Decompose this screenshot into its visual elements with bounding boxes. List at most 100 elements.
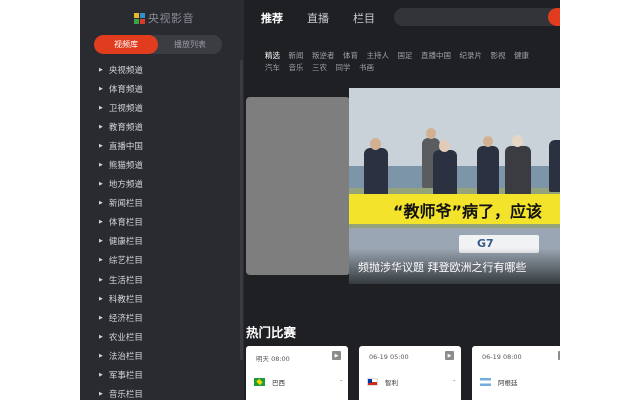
banner-person bbox=[433, 150, 457, 198]
sidebar-item-military[interactable]: ▶ 军事栏目 bbox=[99, 366, 143, 385]
tab-columns[interactable]: 栏目 bbox=[353, 10, 375, 26]
category-tag[interactable]: 三农 bbox=[312, 62, 327, 73]
sidebar-item-label: 央视频道 bbox=[108, 65, 143, 76]
category-tag[interactable]: 影视 bbox=[491, 50, 506, 61]
sidebar-item-label: 卫视频道 bbox=[108, 103, 143, 114]
banner-headline-overlay: “教师爷”病了，应该 bbox=[393, 202, 543, 221]
sidebar-item-label: 健康栏目 bbox=[108, 237, 143, 248]
caret-right-icon: ▶ bbox=[99, 391, 103, 398]
sidebar-item-sports-channel[interactable]: ▶ 体育频道 bbox=[99, 79, 143, 98]
category-row: 精选 新闻 叛逆者 体育 主持人 国足 直播中国 纪录片 影视 健康 bbox=[265, 50, 538, 61]
sidebar-item-local[interactable]: ▶ 地方频道 bbox=[99, 175, 143, 194]
sidebar-item-label: 音乐栏目 bbox=[108, 390, 143, 400]
category-tag[interactable]: 新闻 bbox=[289, 50, 304, 61]
sidebar-item-label: 体育栏目 bbox=[108, 218, 143, 229]
caret-right-icon: ▶ bbox=[99, 181, 103, 188]
caret-right-icon: ▶ bbox=[99, 123, 103, 130]
match-time: 明天 08:00 bbox=[256, 355, 290, 363]
sidebar-item-economy[interactable]: ▶ 经济栏目 bbox=[99, 308, 143, 327]
cctv-logo-icon bbox=[134, 12, 145, 24]
category-tag[interactable]: 主持人 bbox=[367, 50, 390, 61]
match-card[interactable]: 06-19 08:00 ▶ 阿根廷 bbox=[472, 346, 560, 400]
match-time: 06-19 05:00 bbox=[369, 353, 409, 361]
sidebar-scrollbar[interactable] bbox=[240, 60, 243, 360]
caret-right-icon: ▶ bbox=[99, 66, 103, 73]
sidebar-item-label: 农业栏目 bbox=[108, 332, 143, 343]
caret-right-icon: ▶ bbox=[99, 314, 103, 321]
sidebar-item-label: 法治栏目 bbox=[108, 351, 143, 362]
sidebar-item-live-china[interactable]: ▶ 直播中国 bbox=[99, 136, 143, 155]
sidebar-item-education[interactable]: ▶ 教育频道 bbox=[99, 117, 143, 136]
caret-right-icon: ▶ bbox=[99, 85, 103, 92]
category-tag[interactable]: 健康 bbox=[514, 50, 529, 61]
sidebar-item-label: 直播中国 bbox=[108, 141, 143, 152]
sidebar-item-life[interactable]: ▶ 生活栏目 bbox=[99, 270, 143, 289]
sidebar-item-label: 熊猫频道 bbox=[108, 161, 143, 172]
carousel-banner[interactable]: “教师爷”病了，应该 G7 频抛涉华议题 拜登欧洲之行有哪些 bbox=[349, 88, 560, 284]
banner-person-head bbox=[426, 128, 436, 139]
brazil-flag-icon bbox=[254, 378, 265, 386]
search-input[interactable] bbox=[394, 8, 560, 26]
sidebar-item-label: 经济栏目 bbox=[108, 313, 143, 324]
banner-person-head bbox=[512, 135, 523, 147]
sidebar-item-science[interactable]: ▶ 科教栏目 bbox=[99, 289, 143, 308]
caret-right-icon: ▶ bbox=[99, 104, 103, 111]
sidebar-item-label: 地方频道 bbox=[108, 180, 143, 191]
category-tag[interactable]: 体育 bbox=[343, 50, 358, 61]
play-icon[interactable]: ▶ bbox=[332, 351, 341, 360]
banner-person-head bbox=[370, 138, 381, 150]
category-tag[interactable]: 叛逆者 bbox=[312, 50, 335, 61]
caret-right-icon: ▶ bbox=[99, 333, 103, 340]
play-icon[interactable]: ▶ bbox=[445, 351, 454, 360]
match-card[interactable]: 06-19 05:00 ▶ 智利 - bbox=[359, 346, 461, 400]
tab-live[interactable]: 直播 bbox=[307, 10, 329, 26]
sidebar-item-variety[interactable]: ▶ 综艺栏目 bbox=[99, 251, 143, 270]
carousel-prev-slide[interactable] bbox=[246, 97, 350, 275]
caret-right-icon: ▶ bbox=[99, 372, 103, 379]
banner-person bbox=[505, 146, 531, 198]
banner-person-head bbox=[483, 136, 493, 147]
tab-video-library[interactable]: 视频库 bbox=[94, 35, 158, 54]
tab-recommend[interactable]: 推荐 bbox=[261, 10, 283, 26]
banner-caption: 频抛涉华议题 拜登欧洲之行有哪些 bbox=[358, 261, 527, 274]
category-tag[interactable]: 汽车 bbox=[265, 62, 280, 73]
category-tag[interactable]: 直播中国 bbox=[421, 50, 451, 61]
sidebar-item-label: 新闻栏目 bbox=[108, 199, 143, 210]
caret-right-icon: ▶ bbox=[99, 276, 103, 283]
sidebar-item-news-column[interactable]: ▶ 新闻栏目 bbox=[99, 194, 143, 213]
sidebar-item-cctv[interactable]: ▶ 央视频道 bbox=[99, 60, 143, 79]
category-tag[interactable]: 纪录片 bbox=[460, 50, 483, 61]
tab-playlist[interactable]: 播放列表 bbox=[158, 35, 222, 54]
category-tag[interactable]: 书画 bbox=[359, 62, 374, 73]
library-segmented-control: 视频库 播放列表 bbox=[94, 35, 222, 54]
category-tag[interactable]: 音乐 bbox=[289, 62, 304, 73]
match-card[interactable]: 明天 08:00 ▶ 巴西 - bbox=[246, 346, 348, 400]
team-name: 阿根廷 bbox=[498, 379, 518, 387]
play-icon[interactable]: ▶ bbox=[558, 351, 560, 360]
sidebar-item-health[interactable]: ▶ 健康栏目 bbox=[99, 232, 143, 251]
banner-person bbox=[364, 148, 388, 196]
argentina-flag-icon bbox=[480, 378, 491, 386]
sidebar-item-sports-column[interactable]: ▶ 体育栏目 bbox=[99, 213, 143, 232]
category-tag-featured[interactable]: 精选 bbox=[265, 50, 280, 61]
category-tag[interactable]: 国足 bbox=[398, 50, 413, 61]
match-time: 06-19 08:00 bbox=[482, 353, 522, 361]
sidebar-item-agriculture[interactable]: ▶ 农业栏目 bbox=[99, 327, 143, 346]
sidebar-item-satellite[interactable]: ▶ 卫视频道 bbox=[99, 98, 143, 117]
app-logo[interactable]: 央视影音 bbox=[134, 9, 194, 27]
sidebar-item-law[interactable]: ▶ 法治栏目 bbox=[99, 346, 143, 365]
sidebar-item-music[interactable]: ▶ 音乐栏目 bbox=[99, 385, 143, 400]
caret-right-icon: ▶ bbox=[99, 200, 103, 207]
sidebar-item-label: 科教栏目 bbox=[108, 294, 143, 305]
hot-matches-title: 热门比赛 bbox=[246, 325, 297, 340]
team-name: 巴西 bbox=[272, 379, 285, 387]
search-button[interactable] bbox=[548, 8, 560, 26]
category-tag[interactable]: 同学 bbox=[336, 62, 351, 73]
team-name: 智利 bbox=[385, 379, 398, 387]
logo-text: 央视影音 bbox=[148, 12, 194, 25]
sidebar: 央视影音 视频库 播放列表 ▶ 央视频道 ▶ 体育频道 ▶ 卫视频道 ▶ 教育频道 ▶ 直… bbox=[80, 0, 244, 400]
sidebar-item-label: 教育频道 bbox=[108, 122, 143, 133]
banner-person bbox=[477, 146, 499, 196]
banner-person-head bbox=[439, 140, 450, 152]
sidebar-item-panda[interactable]: ▶ 熊猫频道 bbox=[99, 155, 143, 174]
